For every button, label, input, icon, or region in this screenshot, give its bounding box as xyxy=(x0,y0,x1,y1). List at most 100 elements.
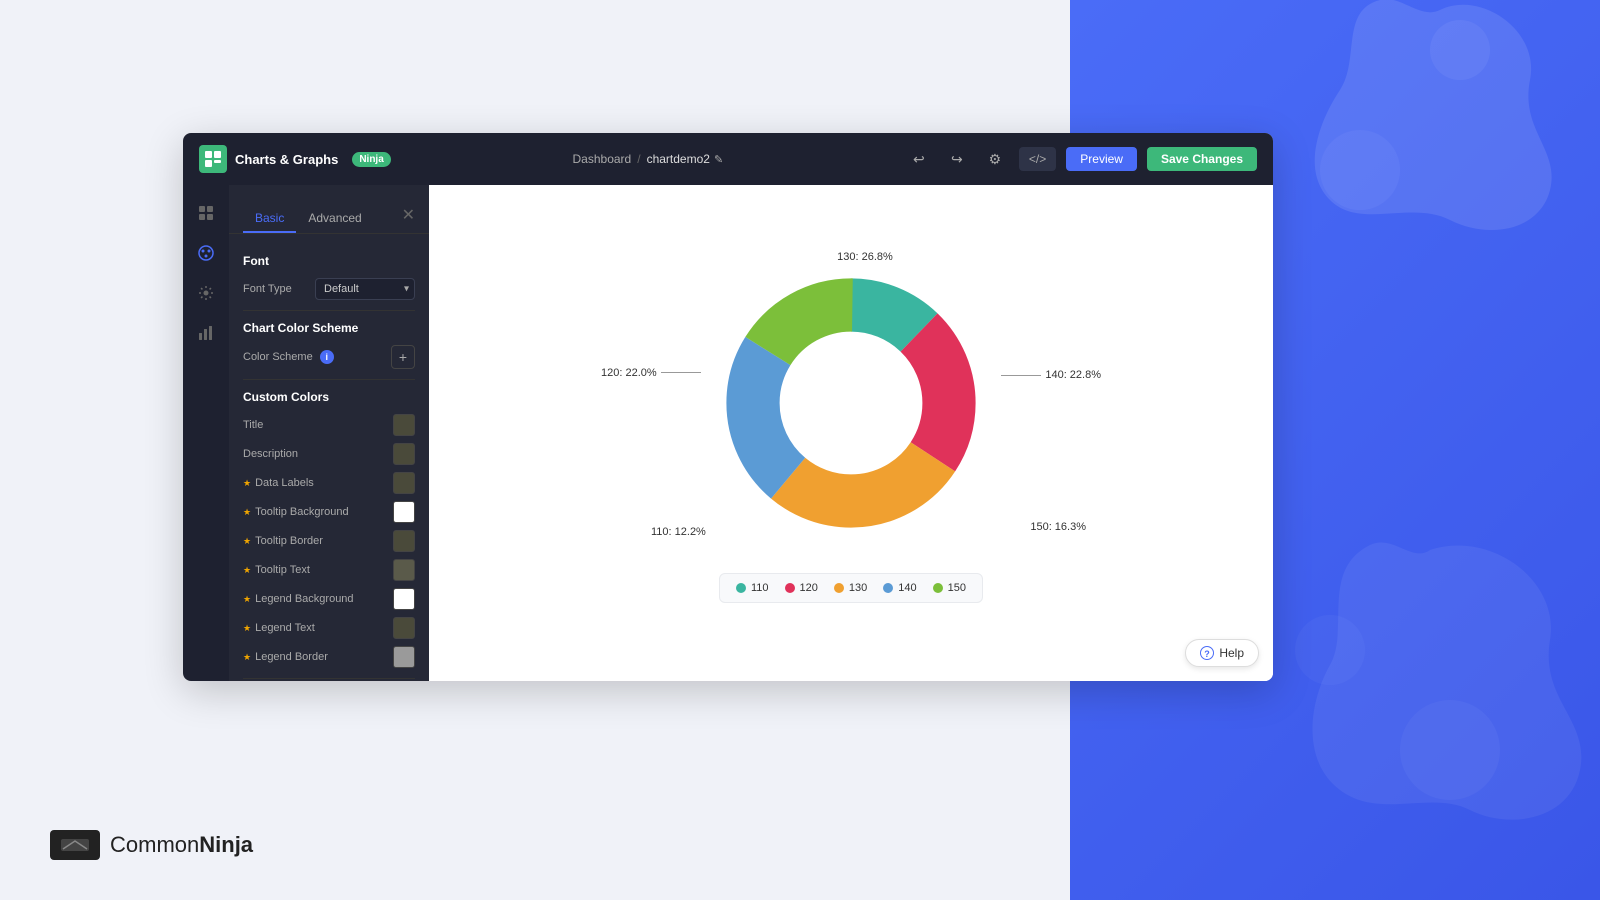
color-swatch-tooltip-border[interactable] xyxy=(393,530,415,552)
sidebar-palette-icon[interactable] xyxy=(190,237,222,269)
color-scheme-row: Color Scheme i + xyxy=(243,345,415,369)
color-swatch-tooltip-bg[interactable] xyxy=(393,501,415,523)
add-color-scheme-button[interactable]: + xyxy=(391,345,415,369)
color-label-legend-border: ★ Legend Border xyxy=(243,651,328,663)
color-label-tooltip-bg: ★ Tooltip Background xyxy=(243,506,349,518)
color-row-tooltip-border: ★ Tooltip Border xyxy=(243,530,415,552)
color-row-data-labels: ★ Data Labels xyxy=(243,472,415,494)
label-150: 150: 16.3% xyxy=(1030,521,1086,533)
color-row-description: Description xyxy=(243,443,415,465)
color-swatch-legend-bg[interactable] xyxy=(393,588,415,610)
ninja-badge: Ninja xyxy=(352,152,390,167)
app-title: Charts & Graphs xyxy=(235,152,338,167)
color-scheme-label: Color Scheme i xyxy=(243,350,334,364)
legend-dot-130 xyxy=(834,583,844,593)
divider-1 xyxy=(243,310,415,311)
font-type-select[interactable]: Default Sans-serif Serif Monospace xyxy=(315,278,415,300)
color-label-description: Description xyxy=(243,448,298,460)
breadcrumb-parent[interactable]: Dashboard xyxy=(573,152,632,166)
color-swatch-title[interactable] xyxy=(393,414,415,436)
color-swatch-legend-text[interactable] xyxy=(393,617,415,639)
breadcrumb-separator: / xyxy=(637,152,640,166)
star-icon-legend-text: ★ xyxy=(243,623,251,634)
custom-colors-title: Custom Colors xyxy=(243,390,415,404)
label-130: 130: 26.8% xyxy=(837,251,893,263)
color-label-data-labels: ★ Data Labels xyxy=(243,477,314,489)
legend-item-150: 150 xyxy=(933,582,966,594)
app-window: Charts & Graphs Ninja Dashboard / chartd… xyxy=(183,133,1273,681)
preview-button[interactable]: Preview xyxy=(1066,147,1137,171)
panel-content: Font Font Type Default Sans-serif Serif … xyxy=(229,234,429,681)
label-120: 120: 22.0% xyxy=(601,367,701,379)
chart-legend: 110 120 130 140 xyxy=(719,573,983,603)
sidebar-chart-icon[interactable] xyxy=(190,317,222,349)
breadcrumb-current: chartdemo2 ✎ xyxy=(647,152,724,166)
label-110: 110: 12.2% xyxy=(651,526,706,538)
color-row-tooltip-text: ★ Tooltip Text xyxy=(243,559,415,581)
legend-item-120: 120 xyxy=(785,582,818,594)
legend-label-110: 110 xyxy=(751,582,769,594)
font-section-title: Font xyxy=(243,254,415,268)
color-swatch-legend-border[interactable] xyxy=(393,646,415,668)
panel-tabs: Basic Advanced ✕ xyxy=(229,195,429,234)
help-circle-icon: ? xyxy=(1200,646,1214,660)
chart-area: 130: 26.8% 140: 22.8% 150: 16.3% 110: 12… xyxy=(429,185,1273,681)
legend-item-140: 140 xyxy=(883,582,916,594)
logo-icon xyxy=(50,830,100,860)
divider-3 xyxy=(243,678,415,679)
sidebar-grid-icon[interactable] xyxy=(190,197,222,229)
icon-sidebar xyxy=(183,185,229,681)
code-button[interactable]: </> xyxy=(1019,147,1056,171)
color-swatch-tooltip-text[interactable] xyxy=(393,559,415,581)
font-type-select-wrapper: Default Sans-serif Serif Monospace xyxy=(315,278,415,300)
legend-dot-120 xyxy=(785,583,795,593)
legend-label-150: 150 xyxy=(948,582,966,594)
redo-button[interactable]: ↪ xyxy=(943,145,971,173)
legend-item-110: 110 xyxy=(736,582,769,594)
tab-advanced[interactable]: Advanced xyxy=(296,205,373,233)
color-row-legend-text: ★ Legend Text xyxy=(243,617,415,639)
label-140: 140: 22.8% xyxy=(1001,369,1101,381)
donut-chart: 130: 26.8% 140: 22.8% 150: 16.3% 110: 12… xyxy=(711,263,991,543)
color-row-legend-border: ★ Legend Border xyxy=(243,646,415,668)
settings-panel: Basic Advanced ✕ Font Font Type Default … xyxy=(229,185,429,681)
legend-label-120: 120 xyxy=(800,582,818,594)
breadcrumb: Dashboard / chartdemo2 ✎ xyxy=(391,152,905,166)
chart-color-scheme-title: Chart Color Scheme xyxy=(243,321,415,335)
tab-basic[interactable]: Basic xyxy=(243,205,296,233)
donut-svg xyxy=(711,263,991,543)
bottom-logo: CommonNinja xyxy=(50,830,253,860)
logo-text: CommonNinja xyxy=(110,832,253,858)
color-label-title: Title xyxy=(243,419,263,431)
divider-2 xyxy=(243,379,415,380)
undo-button[interactable]: ↩ xyxy=(905,145,933,173)
save-button[interactable]: Save Changes xyxy=(1147,147,1257,171)
settings-button[interactable]: ⚙ xyxy=(981,145,1009,173)
color-label-tooltip-text: ★ Tooltip Text xyxy=(243,564,310,576)
color-label-tooltip-border: ★ Tooltip Border xyxy=(243,535,323,547)
star-icon-tooltip-text: ★ xyxy=(243,565,251,576)
color-swatch-description[interactable] xyxy=(393,443,415,465)
legend-label-130: 130 xyxy=(849,582,867,594)
font-type-label: Font Type xyxy=(243,283,292,295)
color-label-legend-text: ★ Legend Text xyxy=(243,622,315,634)
color-label-legend-bg: ★ Legend Background xyxy=(243,593,354,605)
donut-center xyxy=(781,333,921,473)
star-icon-tooltip-bg: ★ xyxy=(243,507,251,518)
sidebar-settings-icon[interactable] xyxy=(190,277,222,309)
color-scheme-info-icon[interactable]: i xyxy=(320,350,334,364)
app-logo-icon xyxy=(199,145,227,173)
toolbar-actions: ↩ ↪ ⚙ </> Preview Save Changes xyxy=(905,145,1257,173)
color-swatch-data-labels[interactable] xyxy=(393,472,415,494)
color-row-title: Title xyxy=(243,414,415,436)
panel-header xyxy=(229,185,429,195)
star-icon-legend-bg: ★ xyxy=(243,594,251,605)
help-button[interactable]: ? Help xyxy=(1185,639,1259,667)
font-type-row: Font Type Default Sans-serif Serif Monos… xyxy=(243,278,415,300)
panel-close-button[interactable]: ✕ xyxy=(402,205,415,233)
app-logo: Charts & Graphs Ninja xyxy=(199,145,391,173)
star-icon-legend-border: ★ xyxy=(243,652,251,663)
top-bar: Charts & Graphs Ninja Dashboard / chartd… xyxy=(183,133,1273,185)
legend-label-140: 140 xyxy=(898,582,916,594)
legend-dot-150 xyxy=(933,583,943,593)
